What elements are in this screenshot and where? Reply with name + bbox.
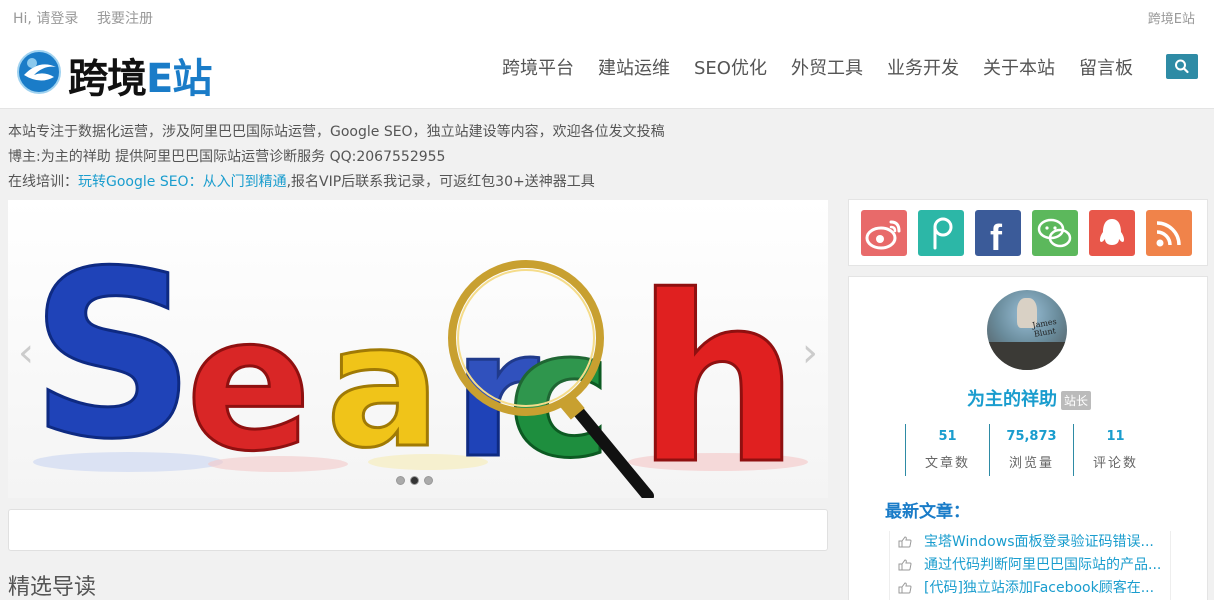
- list-item[interactable]: 通过代码判断阿里巴巴国际站的产品...: [890, 554, 1170, 577]
- slider-dot-active[interactable]: [410, 476, 419, 485]
- notice-line-3-suffix: ,报名VIP后联系我记录，可返红包30+送神器工具: [286, 174, 595, 190]
- nav-item-about[interactable]: 关于本站: [983, 54, 1055, 80]
- svg-text:a: a: [326, 288, 441, 486]
- slider-image: S e a r c h: [8, 200, 828, 498]
- notice-line-3-prefix: 在线培训：: [8, 174, 78, 190]
- thumbs-up-icon: [898, 559, 912, 571]
- login-link[interactable]: Hi, 请登录: [13, 8, 78, 28]
- weibo-icon[interactable]: [861, 210, 907, 256]
- latest-articles-list: 宝塔Windows面板登录验证码错误... 通过代码判断阿里巴巴国际站的产品..…: [889, 531, 1171, 600]
- wechat-icon[interactable]: [1032, 210, 1078, 256]
- rss-icon[interactable]: [1146, 210, 1192, 256]
- notice-line-1: 本站专注于数据化运营，涉及阿里巴巴国际站运营，Google SEO，独立站建设等…: [8, 124, 665, 140]
- register-link[interactable]: 我要注册: [97, 8, 153, 28]
- author-name[interactable]: 为主的祥助 站长: [849, 385, 1209, 411]
- list-item[interactable]: [代码]独立站添加Facebook顾客在...: [890, 577, 1170, 600]
- nav-item-site-ops[interactable]: 建站运维: [598, 54, 670, 80]
- svg-text:e: e: [186, 276, 311, 492]
- slider-dot[interactable]: [424, 476, 433, 485]
- nav-item-cross-border[interactable]: 跨境平台: [502, 54, 574, 80]
- logo-text-a: 跨境: [68, 56, 147, 102]
- logo-globe-icon: [17, 50, 61, 94]
- stat-views: 75,873 浏览量: [989, 424, 1073, 476]
- thumbs-up-icon: [898, 536, 912, 548]
- slider-dot[interactable]: [396, 476, 405, 485]
- logo[interactable]: 跨境E站: [16, 44, 226, 102]
- main-nav: 跨境平台 建站运维 SEO优化 外贸工具 业务开发 关于本站 留言板: [490, 54, 1145, 80]
- thumbs-up-icon: [898, 582, 912, 594]
- stat-label: 评论数: [1092, 456, 1138, 471]
- training-link[interactable]: 玩转Google SEO：从入门到精通: [78, 174, 287, 190]
- notice-line-2: 博主:为主的祥助 提供阿里巴巴国际站运营诊断服务 QQ:2067552955: [8, 149, 446, 165]
- hero-slider[interactable]: S e a r c h ‹ ›: [8, 200, 828, 498]
- stat-value: 11: [1106, 429, 1125, 444]
- header: 跨境E站 跨境平台 建站运维 SEO优化 外贸工具 业务开发 关于本站 留言板: [0, 34, 1214, 109]
- nav-item-tools[interactable]: 外贸工具: [791, 54, 863, 80]
- avatar-crowd: [987, 342, 1067, 370]
- slider-prev-arrow[interactable]: ‹: [18, 330, 34, 376]
- stat-articles: 51 文章数: [905, 424, 989, 476]
- nav-item-guestbook[interactable]: 留言板: [1079, 54, 1133, 80]
- svg-text:h: h: [636, 248, 800, 498]
- list-item-text: 通过代码判断阿里巴巴国际站的产品...: [924, 557, 1162, 573]
- stat-value: 51: [938, 429, 957, 444]
- avatar[interactable]: James Blunt: [987, 290, 1067, 370]
- notice-line-3: 在线培训：玩转Google SEO：从入门到精通,报名VIP后联系我记录，可返红…: [8, 171, 595, 191]
- announcement-bar: [8, 509, 828, 551]
- site-link[interactable]: 跨境E站: [1148, 8, 1195, 27]
- logo-text: 跨境E站: [68, 46, 212, 104]
- svg-text:f: f: [990, 217, 1003, 256]
- stat-label: 浏览量: [1008, 456, 1054, 471]
- latest-articles-title: 最新文章：: [885, 502, 970, 522]
- svg-text:S: S: [30, 223, 196, 490]
- qq-icon[interactable]: [1089, 210, 1135, 256]
- tencent-weibo-icon[interactable]: [918, 210, 964, 256]
- list-item-text: [代码]独立站添加Facebook顾客在...: [924, 580, 1155, 596]
- stat-label: 文章数: [924, 456, 970, 471]
- author-stats: 51 文章数 75,873 浏览量 11 评论数: [905, 424, 1157, 476]
- search-icon: [1175, 59, 1189, 74]
- nav-item-business[interactable]: 业务开发: [887, 54, 959, 80]
- facebook-icon[interactable]: f: [975, 210, 1021, 258]
- logo-text-b: E站: [146, 56, 212, 102]
- slider-next-arrow[interactable]: ›: [802, 330, 818, 376]
- nav-item-seo[interactable]: SEO优化: [694, 54, 767, 80]
- featured-title: 精选导读: [8, 575, 97, 600]
- search-button[interactable]: [1166, 54, 1198, 79]
- slider-dots: [396, 476, 438, 485]
- list-item-text: 宝塔Windows面板登录验证码错误...: [924, 534, 1154, 550]
- top-bar: Hi, 请登录 我要注册 跨境E站: [0, 0, 1214, 34]
- stat-comments: 11 评论数: [1073, 424, 1157, 476]
- social-icons-panel: f: [848, 199, 1208, 266]
- profile-panel: James Blunt 为主的祥助 站长 51 文章数 75,873 浏览量 11…: [848, 276, 1208, 600]
- admin-badge: 站长: [1060, 390, 1091, 410]
- author-name-text: 为主的祥助: [966, 389, 1057, 410]
- stat-value: 75,873: [1006, 429, 1057, 444]
- list-item[interactable]: 宝塔Windows面板登录验证码错误...: [890, 531, 1170, 554]
